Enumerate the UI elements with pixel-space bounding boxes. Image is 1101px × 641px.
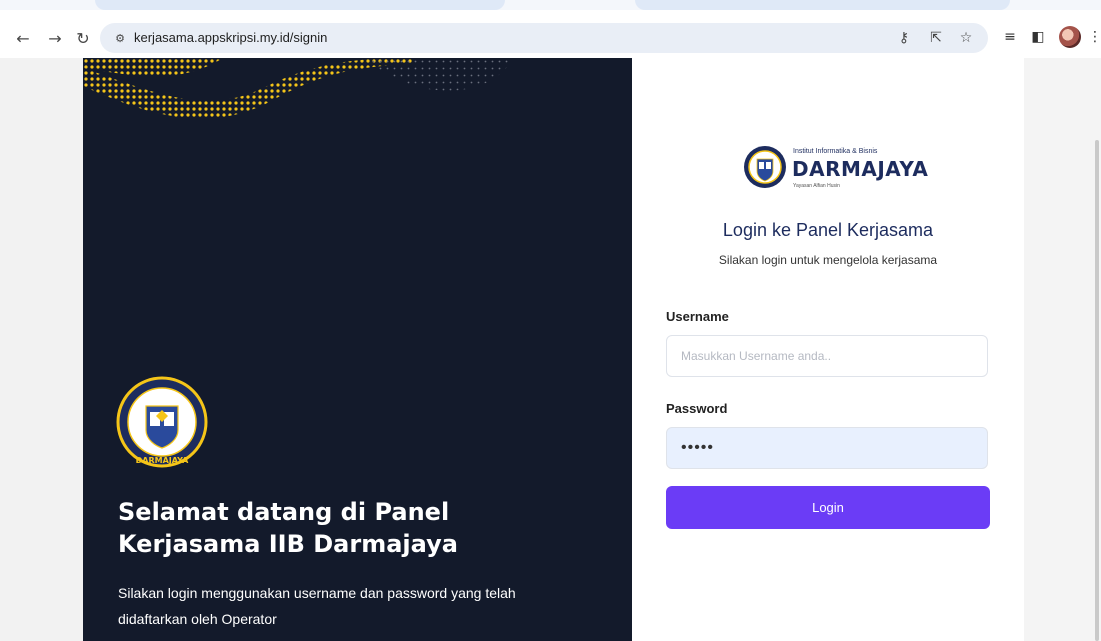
tab-strip [0,0,1101,10]
brand-seal-icon [744,146,786,188]
brand-foundation: Yayasan Alfian Husin [793,183,840,189]
share-icon[interactable]: ⇱ [926,28,946,48]
tab[interactable] [635,0,1010,10]
login-panel: Institut Informatika & Bisnis DARMAJAYA … [632,58,1024,641]
welcome-description: Silakan login menggunakan username dan p… [118,585,516,627]
welcome-title: Selamat datang di Panel Kerjasama IIB Da… [118,498,458,558]
tab[interactable] [95,0,505,10]
browser-chrome: ← → ↻ ⚙ kerjasama.appskripsi.my.id/signi… [0,0,1101,58]
bookmark-star-icon[interactable]: ☆ [956,28,976,48]
login-title: Login ke Panel Kerjasama [722,220,934,240]
password-input[interactable]: ••••• [666,427,988,469]
page-gutter [1024,58,1101,641]
scrollbar[interactable] [1095,140,1099,641]
welcome-panel: DARMAJAYA Selamat datang di Panel Kerjas… [83,58,632,641]
side-panel-icon[interactable]: ◧ [1028,27,1048,47]
brand-subtitle: Institut Informatika & Bisnis [793,148,878,155]
svg-text:DARMAJAYA: DARMAJAYA [136,456,190,465]
address-bar[interactable]: ⚙ kerjasama.appskripsi.my.id/signin ⚷ ⇱ … [100,23,988,53]
brand-logo: Institut Informatika & Bisnis DARMAJAYA … [743,143,928,195]
username-input[interactable] [666,335,988,377]
campus-emblem: DARMAJAYA [116,376,208,468]
username-label: Username [666,309,729,324]
menu-dots-icon[interactable]: ⋮ [1085,27,1101,47]
password-key-icon[interactable]: ⚷ [894,28,914,48]
back-icon[interactable]: ← [12,27,34,49]
login-button[interactable]: Login [666,486,990,529]
password-label: Password [666,401,728,416]
url-text[interactable]: kerjasama.appskripsi.my.id/signin [134,30,327,45]
brand-name: DARMAJAYA [792,157,929,181]
site-info-icon[interactable]: ⚙ [112,30,128,46]
profile-avatar[interactable] [1059,26,1081,48]
login-subtitle: Silakan login untuk mengelola kerjasama [718,253,938,267]
wave-decoration [83,58,513,119]
reading-list-icon[interactable]: ≡ [1000,27,1020,47]
forward-icon[interactable]: → [44,27,66,49]
reload-icon[interactable]: ↻ [72,27,94,49]
